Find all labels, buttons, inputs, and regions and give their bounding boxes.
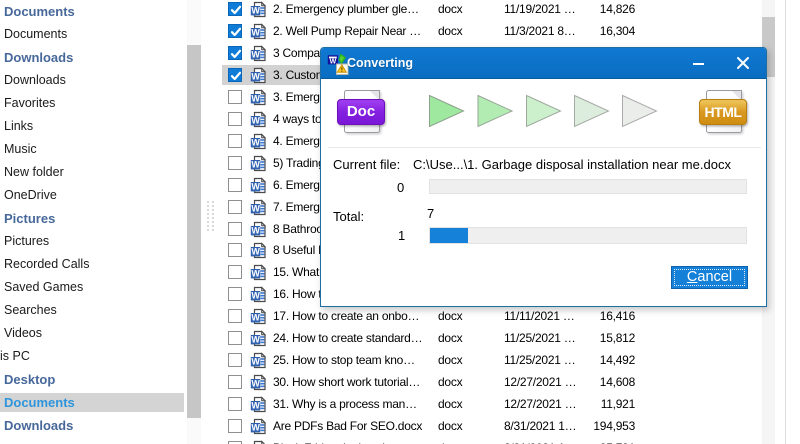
svg-text:W: W: [251, 313, 260, 323]
svg-text:W: W: [251, 335, 260, 345]
svg-text:W: W: [251, 5, 260, 15]
svg-text:W: W: [251, 137, 260, 147]
svg-text:W: W: [251, 357, 260, 367]
svg-text:W: W: [251, 291, 260, 301]
svg-text:W: W: [251, 422, 260, 432]
svg-text:W: W: [251, 203, 260, 213]
svg-text:W: W: [251, 225, 260, 235]
svg-text:W: W: [251, 378, 260, 388]
svg-text:W: W: [251, 93, 260, 103]
svg-text:W: W: [251, 159, 260, 169]
svg-text:W: W: [251, 400, 260, 410]
svg-text:W: W: [251, 27, 260, 37]
svg-text:W: W: [330, 58, 337, 65]
svg-text:W: W: [251, 247, 260, 257]
svg-text:W: W: [251, 115, 260, 125]
svg-text:W: W: [251, 269, 260, 279]
svg-text:W: W: [251, 181, 260, 191]
svg-text:W: W: [251, 49, 260, 59]
svg-text:W: W: [251, 71, 260, 81]
